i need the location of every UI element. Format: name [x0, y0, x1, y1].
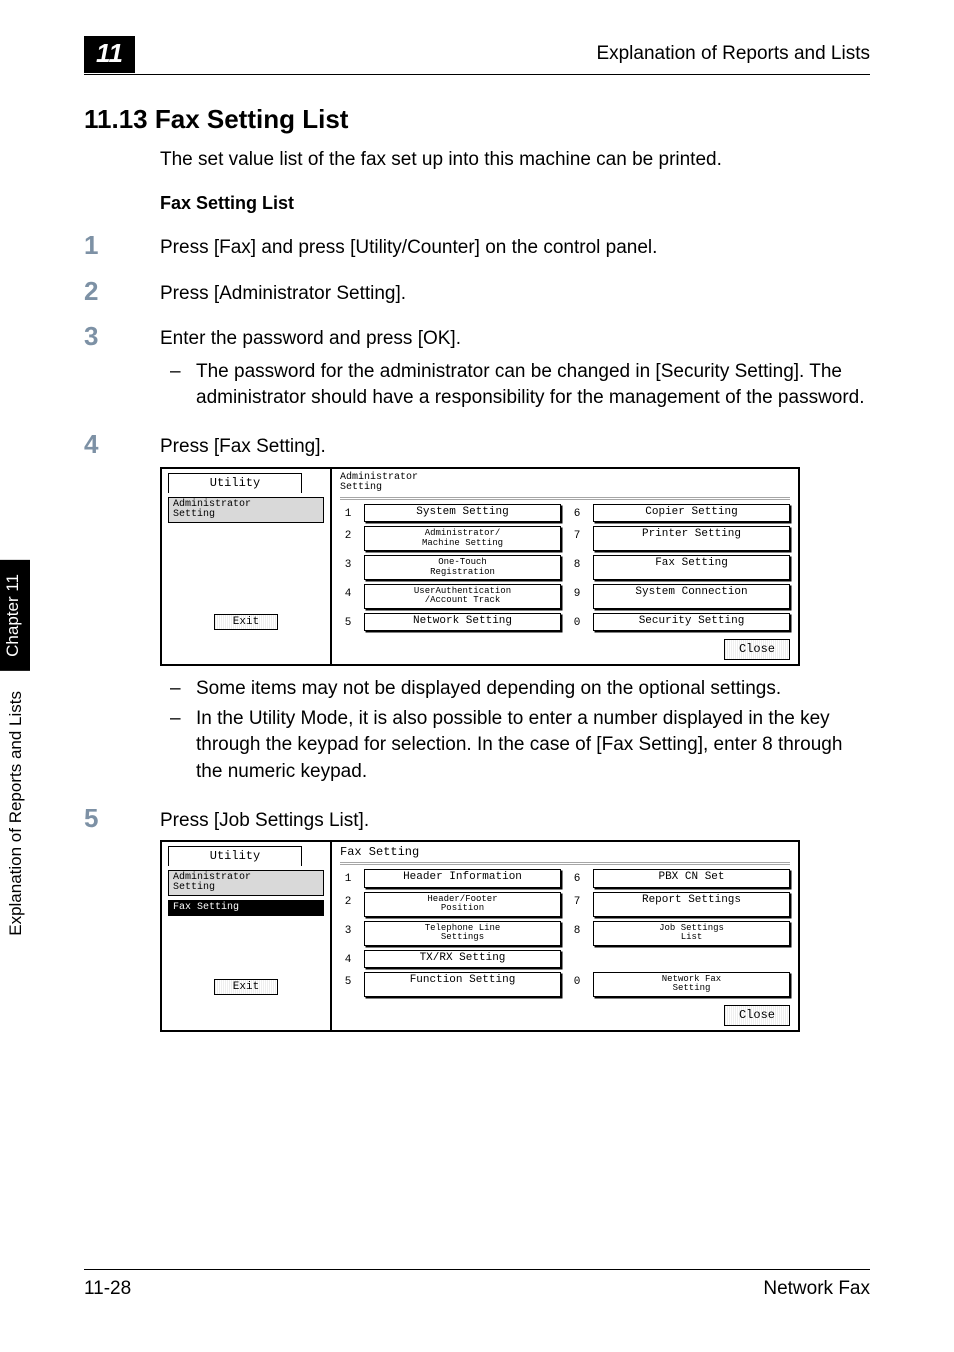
step-text: Enter the password and press [OK]. — [160, 326, 870, 353]
lcd-item-num: 3 — [340, 921, 356, 946]
lcd-item-header-footer-position[interactable]: Header/Footer Position — [364, 892, 561, 917]
step-number: 5 — [84, 805, 160, 831]
lcd-item-num: 2 — [340, 892, 356, 917]
lcd-item-num: 5 — [340, 972, 356, 997]
lcd-item-num — [569, 950, 585, 968]
lcd-tab-admin-setting[interactable]: Administrator Setting — [168, 870, 324, 896]
lcd-item-pbx-cn-set[interactable]: PBX CN Set — [593, 869, 790, 887]
section-intro: The set value list of the fax set up int… — [160, 149, 870, 171]
lcd-item-printer-setting[interactable]: Printer Setting — [593, 526, 790, 551]
running-header: 11 Explanation of Reports and Lists — [84, 34, 870, 75]
lcd-exit-button[interactable]: Exit — [214, 979, 278, 995]
lcd-item-num: 5 — [340, 613, 356, 631]
lcd-item-job-settings-list[interactable]: Job Settings List — [593, 921, 790, 946]
step-number: 4 — [84, 431, 160, 457]
step-number: 1 — [84, 232, 160, 258]
lcd-item-fax-setting[interactable]: Fax Setting — [593, 555, 790, 580]
step-note: Some items may not be displayed dependin… — [160, 676, 870, 702]
page-number: 11-28 — [84, 1278, 131, 1300]
lcd-empty-slot — [593, 950, 790, 968]
lcd-item-security-setting[interactable]: Security Setting — [593, 613, 790, 631]
lcd-item-num: 9 — [569, 584, 585, 609]
chapter-number-badge: 11 — [84, 36, 135, 73]
step-text: Press [Job Settings List]. — [160, 808, 800, 835]
lcd-item-copier-setting[interactable]: Copier Setting — [593, 504, 790, 522]
lcd-item-txrx-setting[interactable]: TX/RX Setting — [364, 950, 561, 968]
step-1: 1 Press [Fax] and press [Utility/Counter… — [84, 232, 870, 262]
lcd-item-num: 1 — [340, 869, 356, 887]
step-number: 2 — [84, 278, 160, 304]
lcd-item-num: 8 — [569, 921, 585, 946]
lcd-tab-admin-setting[interactable]: Administrator Setting — [168, 497, 324, 523]
lcd-item-userauth-account[interactable]: UserAuthentication /Account Track — [364, 584, 561, 609]
side-section-label: Explanation of Reports and Lists — [0, 677, 32, 950]
running-head-text: Explanation of Reports and Lists — [596, 43, 870, 65]
step-4: 4 Press [Fax Setting]. Utility Administr… — [84, 431, 870, 789]
lcd-item-num: 3 — [340, 555, 356, 580]
step-3: 3 Enter the password and press [OK]. The… — [84, 323, 870, 415]
lcd-item-system-setting[interactable]: System Setting — [364, 504, 561, 522]
side-tab: Chapter 11 Explanation of Reports and Li… — [0, 560, 36, 1040]
lcd-item-num: 6 — [569, 504, 585, 522]
lcd-title: Administrator Setting — [340, 473, 790, 493]
step-text: Press [Fax] and press [Utility/Counter] … — [160, 232, 657, 262]
step-text: Press [Administrator Setting]. — [160, 278, 406, 308]
lcd-item-network-fax-setting[interactable]: Network Fax Setting — [593, 972, 790, 997]
lcd-title: Fax Setting — [340, 846, 790, 858]
step-2: 2 Press [Administrator Setting]. — [84, 278, 870, 308]
lcd-admin-setting: Utility Administrator Setting Exit Admin… — [160, 467, 800, 666]
lcd-item-num: 4 — [340, 950, 356, 968]
lcd-item-num: 7 — [569, 892, 585, 917]
lcd-item-system-connection[interactable]: System Connection — [593, 584, 790, 609]
lcd-item-num: 0 — [569, 972, 585, 997]
lcd-fax-setting: Utility Administrator Setting Fax Settin… — [160, 840, 800, 1031]
lcd-item-header-information[interactable]: Header Information — [364, 869, 561, 887]
side-chapter-label: Chapter 11 — [0, 560, 30, 671]
step-number: 3 — [84, 323, 160, 349]
lcd-item-num: 8 — [569, 555, 585, 580]
section-title: 11.13 Fax Setting List — [84, 104, 870, 135]
lcd-exit-button[interactable]: Exit — [214, 614, 278, 630]
step-note: In the Utility Mode, it is also possible… — [160, 706, 870, 785]
lcd-tab-fax-setting[interactable]: Fax Setting — [168, 900, 324, 916]
lcd-item-num: 4 — [340, 584, 356, 609]
lcd-item-num: 2 — [340, 526, 356, 551]
lcd-tab-utility[interactable]: Utility — [168, 473, 302, 493]
lcd-item-telephone-line-settings[interactable]: Telephone Line Settings — [364, 921, 561, 946]
lcd-item-function-setting[interactable]: Function Setting — [364, 972, 561, 997]
section-subhead: Fax Setting List — [160, 193, 870, 214]
lcd-item-num: 1 — [340, 504, 356, 522]
lcd-item-network-setting[interactable]: Network Setting — [364, 613, 561, 631]
lcd-close-button[interactable]: Close — [724, 639, 790, 660]
footer-title: Network Fax — [763, 1278, 870, 1300]
lcd-item-onetouch-registration[interactable]: One-Touch Registration — [364, 555, 561, 580]
lcd-item-num: 0 — [569, 613, 585, 631]
lcd-tab-utility[interactable]: Utility — [168, 846, 302, 866]
lcd-item-report-settings[interactable]: Report Settings — [593, 892, 790, 917]
step-note: The password for the administrator can b… — [160, 359, 870, 411]
lcd-item-num: 6 — [569, 869, 585, 887]
lcd-close-button[interactable]: Close — [724, 1005, 790, 1026]
page-footer: 11-28 Network Fax — [84, 1269, 870, 1300]
lcd-item-num: 7 — [569, 526, 585, 551]
step-text: Press [Fax Setting]. — [160, 434, 870, 461]
lcd-item-admin-machine-setting[interactable]: Administrator/ Machine Setting — [364, 526, 561, 551]
step-5: 5 Press [Job Settings List]. Utility Adm… — [84, 805, 870, 1042]
